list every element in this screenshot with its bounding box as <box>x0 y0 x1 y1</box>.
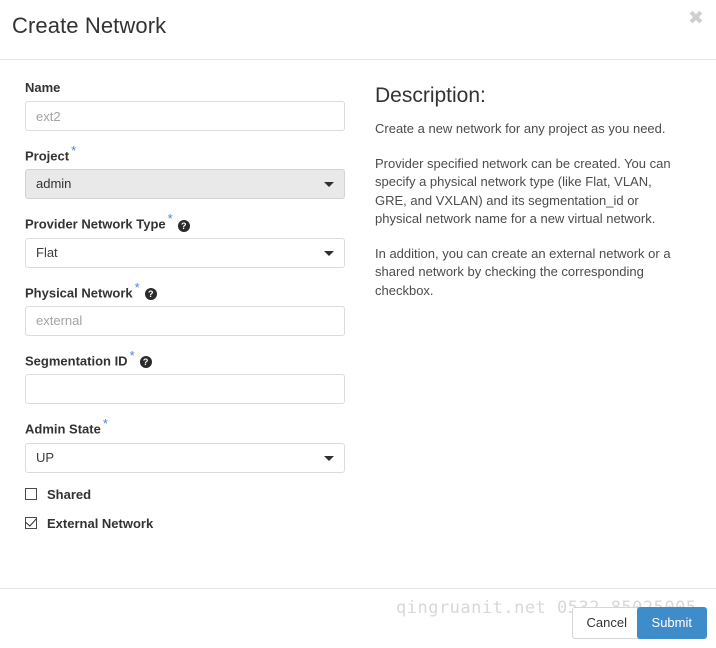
project-select[interactable]: admin <box>25 169 345 200</box>
label-admin-state-text: Admin State <box>25 421 101 437</box>
close-icon[interactable]: ✖ <box>685 7 707 29</box>
admin-state-select-value[interactable]: UP <box>25 442 345 473</box>
required-marker: * <box>129 347 135 363</box>
create-network-form: Name Project* admin Provider Network Typ… <box>25 80 345 543</box>
label-admin-state: Admin State * <box>25 417 345 437</box>
external-network-checkbox-label[interactable]: External Network <box>47 516 153 531</box>
dialog-title: Create Network <box>12 13 167 38</box>
admin-state-select[interactable]: UP <box>25 442 345 473</box>
submit-button[interactable]: Submit <box>636 607 707 639</box>
form-group-provider-network-type: Provider Network Type *? Flat <box>25 212 345 268</box>
shared-checkbox-label[interactable]: Shared <box>47 487 91 502</box>
dialog-footer: Cancel Submit <box>0 588 716 648</box>
segmentation-id-input[interactable] <box>25 374 345 405</box>
description-paragraph: Provider specified network can be create… <box>375 155 671 227</box>
external-network-checkbox-row[interactable]: External Network <box>25 516 345 531</box>
label-physical-network-text: Physical Network <box>25 284 133 300</box>
shared-checkbox[interactable] <box>25 488 37 501</box>
label-name: Name <box>25 80 345 96</box>
description-title: Description: <box>375 84 486 107</box>
form-group-admin-state: Admin State * UP <box>25 417 345 473</box>
dialog-header: Create Network ✖ <box>0 0 716 60</box>
form-group-physical-network: Physical Network *? <box>25 281 345 336</box>
label-physical-network: Physical Network *? <box>25 281 345 301</box>
required-marker: * <box>71 143 77 158</box>
project-select-value[interactable]: admin <box>25 169 345 200</box>
form-group-project: Project * admin <box>25 144 345 200</box>
required-marker: * <box>167 211 173 227</box>
label-project-text: Project <box>25 148 70 164</box>
help-icon[interactable]: ? <box>139 356 152 369</box>
form-group-name: Name <box>25 80 345 131</box>
provider-network-type-select-value[interactable]: Flat <box>25 237 345 268</box>
name-input[interactable] <box>25 101 345 131</box>
form-group-segmentation-id: Segmentation ID *? <box>25 349 345 405</box>
cancel-button[interactable]: Cancel <box>571 607 642 639</box>
label-name-text: Name <box>25 80 61 95</box>
required-marker: * <box>134 279 140 295</box>
description-paragraph: Create a new network for any project as … <box>375 121 666 136</box>
label-segmentation-id: Segmentation ID *? <box>25 349 345 369</box>
help-icon[interactable]: ? <box>144 287 157 300</box>
shared-checkbox-row[interactable]: Shared <box>25 487 345 502</box>
description-paragraph: In addition, you can create an external … <box>375 245 671 298</box>
dialog-body: Name Project* admin Provider Network Typ… <box>0 60 716 618</box>
external-network-checkbox[interactable] <box>25 517 37 530</box>
description-panel: Description: Create a new network for an… <box>375 84 675 316</box>
label-segmentation-id-text: Segmentation ID <box>25 353 128 369</box>
help-icon[interactable]: ? <box>177 219 190 232</box>
required-marker: * <box>102 416 108 432</box>
provider-network-type-select[interactable]: Flat <box>25 237 345 268</box>
label-project: Project * <box>25 144 345 164</box>
label-provider-network-type-text: Provider Network Type <box>25 216 166 232</box>
label-provider-network-type: Provider Network Type *? <box>25 212 345 232</box>
physical-network-input[interactable] <box>25 305 345 336</box>
